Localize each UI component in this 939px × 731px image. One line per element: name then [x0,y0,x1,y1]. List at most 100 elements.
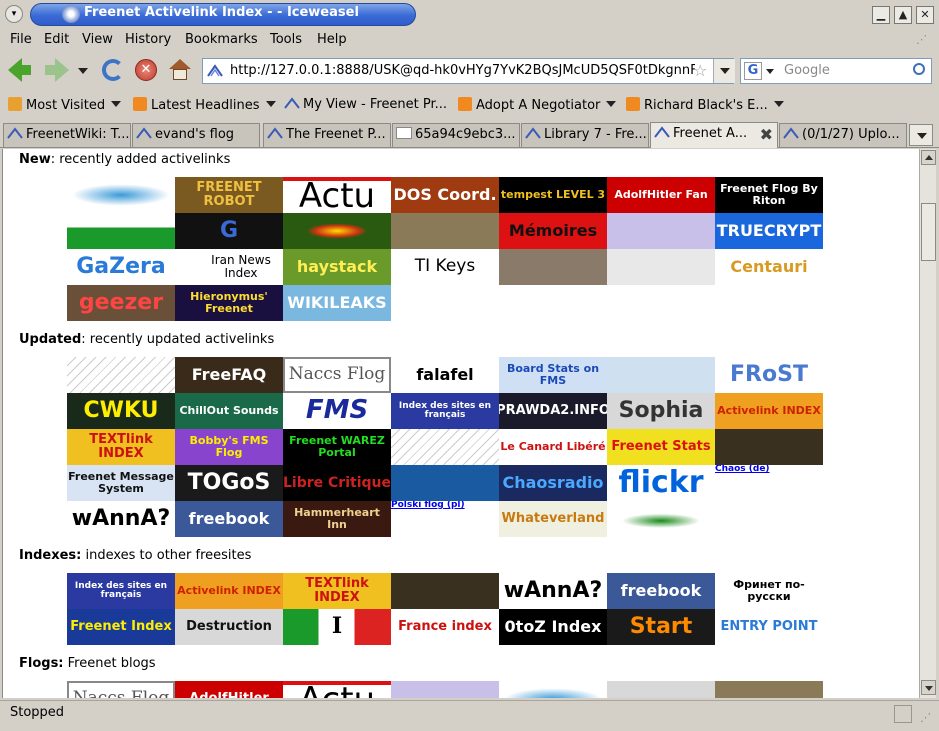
activelink-tile[interactable]: Centauri [715,249,823,285]
bookmark-latest-headlines[interactable]: Latest Headlines [133,97,276,113]
tab-the-freenet-project[interactable]: The Freenet P... [263,123,391,147]
activelink-tile[interactable]: G [175,213,283,249]
activelink-tile[interactable] [607,357,715,393]
activelink-tile[interactable]: I [283,609,391,645]
activelink-tile[interactable]: Index des sites en français [67,573,175,609]
url-dropdown-button[interactable] [713,59,735,83]
reload-icon[interactable] [102,59,124,81]
activelink-tile[interactable]: Iran News Index [175,249,283,285]
tab-freenetwiki[interactable]: FreenetWiki: T... [3,123,131,147]
activelink-tile[interactable]: Mémoires [499,213,607,249]
activelink-tile[interactable]: Destruction [175,609,283,645]
activelink-tile[interactable] [499,681,607,698]
activelink-tile[interactable]: Freenet Index [67,609,175,645]
activelink-tile[interactable] [391,681,499,698]
activelink-tile[interactable]: Freenet Flog By Riton [715,177,823,213]
activelink-tile[interactable] [67,177,175,213]
google-engine-icon[interactable]: G [744,62,762,80]
activelink-tile[interactable]: Whateverland [499,501,607,537]
activelink-tile[interactable]: freebook [175,501,283,537]
home-icon[interactable] [169,59,191,81]
activelink-tile[interactable]: ENTRY POINT [715,609,823,645]
activelink-tile[interactable]: wAnnA? [499,573,607,609]
activelink-tile[interactable]: TOGoS [175,465,283,501]
activelink-tile[interactable]: Activelink INDEX [175,573,283,609]
activelink-tile[interactable] [607,249,715,285]
activelink-tile[interactable]: Фринет по-русски [715,573,823,609]
bookmark-richard-black[interactable]: Richard Black's E... [626,97,784,113]
activelink-tile[interactable]: wAnnA? [67,501,175,537]
activelink-tile[interactable]: Hammerheart Inn [283,501,391,537]
activelink-tile[interactable] [499,249,607,285]
activelink-tile[interactable]: France index [391,609,499,645]
activelink-tile[interactable]: FMS [283,393,391,429]
search-bar[interactable]: G Google [740,58,932,84]
activelink-tile[interactable] [715,681,823,698]
url-bar[interactable]: http://127.0.0.1:8888/USK@qd-hk0vHYg7YvK… [202,58,735,84]
tab-uploads[interactable]: (0/1/27) Uplo... [779,123,907,147]
activelink-tile[interactable] [607,501,715,537]
tab-65a94c9ebc3[interactable]: 65a94c9ebc3... [392,123,520,147]
window-menu-icon[interactable]: ▾ [5,5,23,23]
close-tab-icon[interactable]: ✖ [760,125,773,144]
activelink-tile[interactable]: Chaosradio [499,465,607,501]
activelink-tile[interactable]: Polski flog (pl) [391,501,499,537]
activelink-tile[interactable]: Index des sites en français [391,393,499,429]
activelink-tile[interactable]: PRAWDA2.INFO [499,393,607,429]
activelink-tile[interactable]: Hieronymus' Freenet [175,285,283,321]
activelink-tile[interactable]: haystack [283,249,391,285]
menu-tools[interactable]: Tools [270,32,302,47]
tab-library-7[interactable]: Library 7 - Fre... [521,123,649,147]
activelink-tile[interactable]: Activelink INDEX [715,393,823,429]
activelink-tile[interactable]: Actu [283,681,391,698]
activelink-tile[interactable]: Chaos (de) [715,465,823,501]
activelink-tile[interactable]: FRoST [715,357,823,393]
activelink-tile[interactable]: FreeFAQ [175,357,283,393]
activelink-tile[interactable] [391,429,499,465]
menu-help[interactable]: Help [317,32,347,47]
scroll-up-button[interactable] [921,150,936,165]
activelink-tile[interactable] [715,429,823,465]
activelink-tile[interactable]: CWKU [67,393,175,429]
url-text[interactable]: http://127.0.0.1:8888/USK@qd-hk0vHYg7YvK… [230,63,695,78]
activelink-tile[interactable]: tempest LEVEL 3 [499,177,607,213]
activelink-tile[interactable] [283,213,391,249]
activelink-tile[interactable] [67,357,175,393]
activelink-tile[interactable]: Actu [283,177,391,213]
menu-file[interactable]: File [10,32,32,47]
activelink-tile[interactable]: GaZera [67,249,175,285]
menu-history[interactable]: History [125,32,171,47]
resize-grip-icon[interactable]: ⋰ [920,711,931,724]
activelink-tile[interactable]: TEXTlink INDEX [67,429,175,465]
menu-view[interactable]: View [82,32,113,47]
activelink-tile[interactable]: WIKILEAKS [283,285,391,321]
activelink-tile[interactable]: Naccs Flog [67,681,175,698]
activelink-tile[interactable]: Bobby's FMS Flog [175,429,283,465]
activelink-tile[interactable]: Board Stats on FMS [499,357,607,393]
vertical-scrollbar[interactable] [919,149,936,698]
activelink-tile[interactable]: Naccs Flog [283,357,391,393]
activelink-tile[interactable] [67,213,175,249]
all-tabs-button[interactable] [909,124,933,146]
maximize-button[interactable]: ▲ [894,6,912,24]
activelink-tile[interactable]: 0toZ Index [499,609,607,645]
tab-freenet-activelink[interactable]: Freenet A... ✖ [650,122,778,148]
scroll-thumb[interactable] [921,203,936,261]
activelink-tile[interactable]: falafel [391,357,499,393]
bookmark-my-view[interactable]: My View - Freenet Pr... [284,97,447,112]
bookmark-most-visited[interactable]: Most Visited [8,97,122,113]
scroll-down-button[interactable] [921,680,936,695]
activelink-tile[interactable]: TRUECRYPT [715,213,823,249]
activelink-tile[interactable]: Freenet Stats [607,429,715,465]
tab-evands-flog[interactable]: evand's flog [132,123,260,147]
activelink-tile[interactable]: freebook [607,573,715,609]
activelink-tile[interactable]: Sophia [607,393,715,429]
activelink-tile[interactable]: geezer [67,285,175,321]
history-dropdown-icon[interactable] [78,68,88,74]
close-button[interactable]: ✕ [916,6,934,24]
activelink-tile[interactable] [607,681,715,698]
activelink-tile[interactable]: FREENET ROBOT [175,177,283,213]
activelink-tile[interactable]: TI Keys [391,249,499,285]
activelink-tile[interactable]: AdolfHitler [175,681,283,698]
activelink-tile[interactable]: ChillOut Sounds [175,393,283,429]
